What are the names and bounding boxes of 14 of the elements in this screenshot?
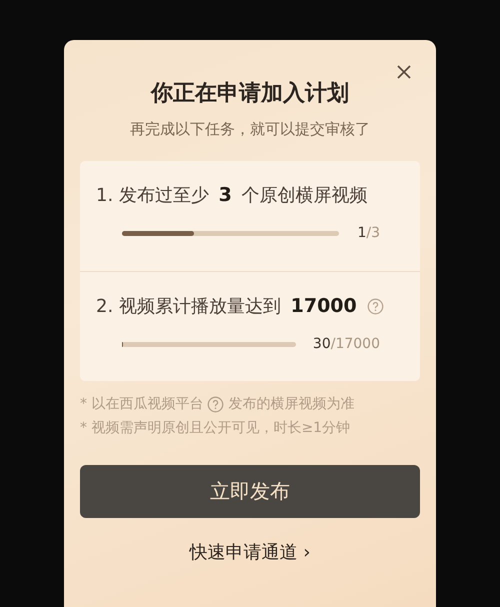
- progress-reading: 1/3: [357, 225, 380, 241]
- task-text: 1. 发布过至少 3 个原创横屏视频: [96, 183, 368, 207]
- help-icon[interactable]: [366, 298, 384, 314]
- note-text: 发布的横屏视频为准: [228, 395, 354, 413]
- dialog-subtitle: 再完成以下任务，就可以提交审核了: [130, 120, 370, 139]
- publish-button[interactable]: 立即发布: [80, 465, 420, 518]
- dialog-title: 你正在申请加入计划: [151, 80, 349, 108]
- task-text: 2. 视频累计播放量达到 17000: [96, 294, 358, 318]
- close-icon[interactable]: [396, 64, 412, 80]
- help-icon[interactable]: [207, 396, 224, 412]
- fast-apply-link[interactable]: 快速申请通道 ›: [190, 540, 310, 564]
- note-text: * 视频需声明原创且公开可见，时长≥1分钟: [80, 419, 350, 437]
- progress-reading: 30/17000: [312, 336, 380, 352]
- note-text: * 以在西瓜视频平台: [80, 395, 204, 413]
